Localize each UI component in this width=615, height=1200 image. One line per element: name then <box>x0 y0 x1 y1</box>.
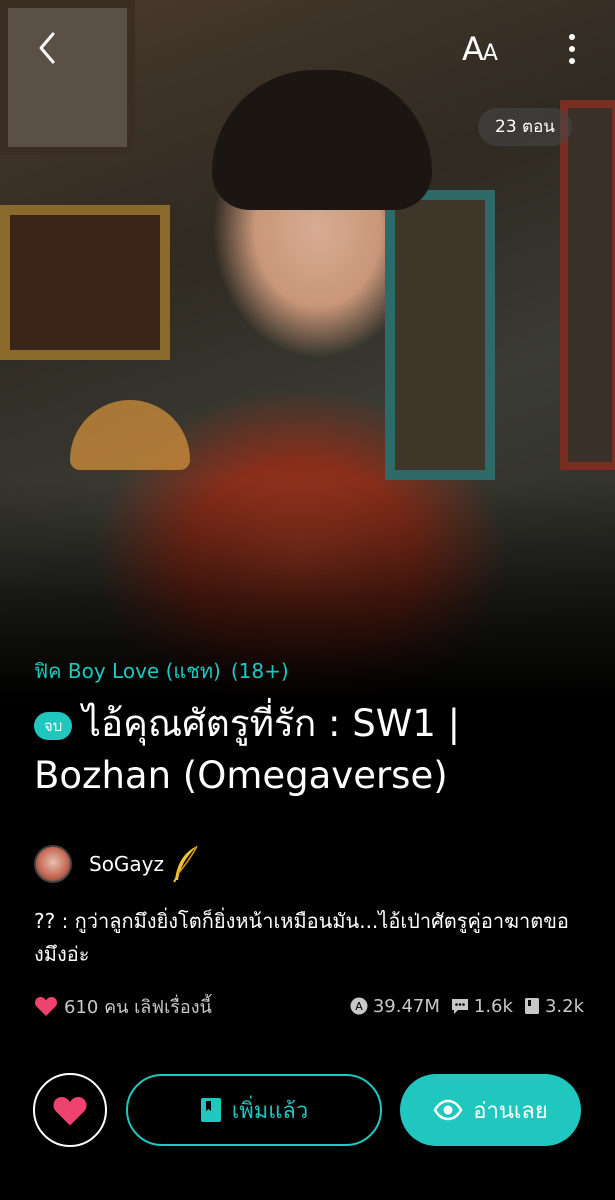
quill-icon <box>173 845 198 883</box>
more-vertical-icon[interactable] <box>560 32 584 66</box>
read-button-label: อ่านเลย <box>473 1098 548 1124</box>
svg-text:A: A <box>355 1000 363 1013</box>
font-size-label: A <box>462 30 484 68</box>
saves-count: 3.2k <box>544 995 584 1017</box>
portrait-hair <box>212 70 432 210</box>
read-now-button[interactable]: อ่านเลย <box>400 1074 581 1146</box>
status-badge: จบ <box>34 711 73 740</box>
cabinet <box>385 190 495 480</box>
font-size-icon[interactable]: AA <box>462 30 498 68</box>
like-button[interactable] <box>33 1073 107 1147</box>
story-stats: 610 คน เลิฟเรื่องนี้ A 39.47M 1.6k 3.2k <box>34 990 584 1022</box>
cover-image <box>0 0 615 700</box>
painting-frame <box>0 205 170 360</box>
add-to-shelf-button[interactable]: เพิ่มแล้ว <box>126 1074 382 1146</box>
add-button-label: เพิ่มแล้ว <box>231 1098 309 1124</box>
avatar <box>34 845 72 883</box>
age-rating: (18+) <box>230 659 289 683</box>
heart-icon <box>53 1096 87 1125</box>
views-count: 39.47M <box>372 995 440 1017</box>
chevron-left-icon[interactable] <box>33 30 65 66</box>
book-icon <box>524 998 539 1014</box>
comment-icon <box>451 999 468 1014</box>
font-size-label-small: A <box>482 41 498 66</box>
story-title-block: จบ ไอ้คุณศัตรูที่รัก : SW1 | Bozhan (Omeg… <box>34 698 594 802</box>
bookmark-book-icon <box>200 1098 221 1122</box>
episode-count-badge: 23 ตอน <box>478 108 572 146</box>
mirror-frame <box>560 100 615 470</box>
painting-frame <box>0 0 135 155</box>
genre-label[interactable]: ฟิค Boy Love (แชท) (18+) <box>34 655 289 687</box>
comments-count: 1.6k <box>473 995 513 1017</box>
comments-stat: 1.6k <box>450 996 513 1017</box>
story-title: ไอ้คุณศัตรูที่รัก : SW1 | Bozhan (Omegav… <box>34 702 461 797</box>
lamp <box>70 400 190 470</box>
heart-icon <box>34 997 58 1016</box>
views-icon: A <box>350 997 368 1015</box>
likes-count: 610 คน เลิฟเรื่องนี้ <box>64 996 212 1018</box>
author-row[interactable]: SoGayz <box>34 843 200 885</box>
story-description: ?? : กูว่าลูกมึงยิ่งโตก็ยิ่งหน้าเหมือนมั… <box>34 909 569 966</box>
views-stat: A 39.47M <box>349 996 440 1017</box>
author-name: SoGayz <box>89 852 165 876</box>
genre-text: ฟิค Boy Love (แชท) <box>34 659 221 683</box>
saves-stat: 3.2k <box>523 996 584 1017</box>
eye-icon <box>433 1099 463 1121</box>
